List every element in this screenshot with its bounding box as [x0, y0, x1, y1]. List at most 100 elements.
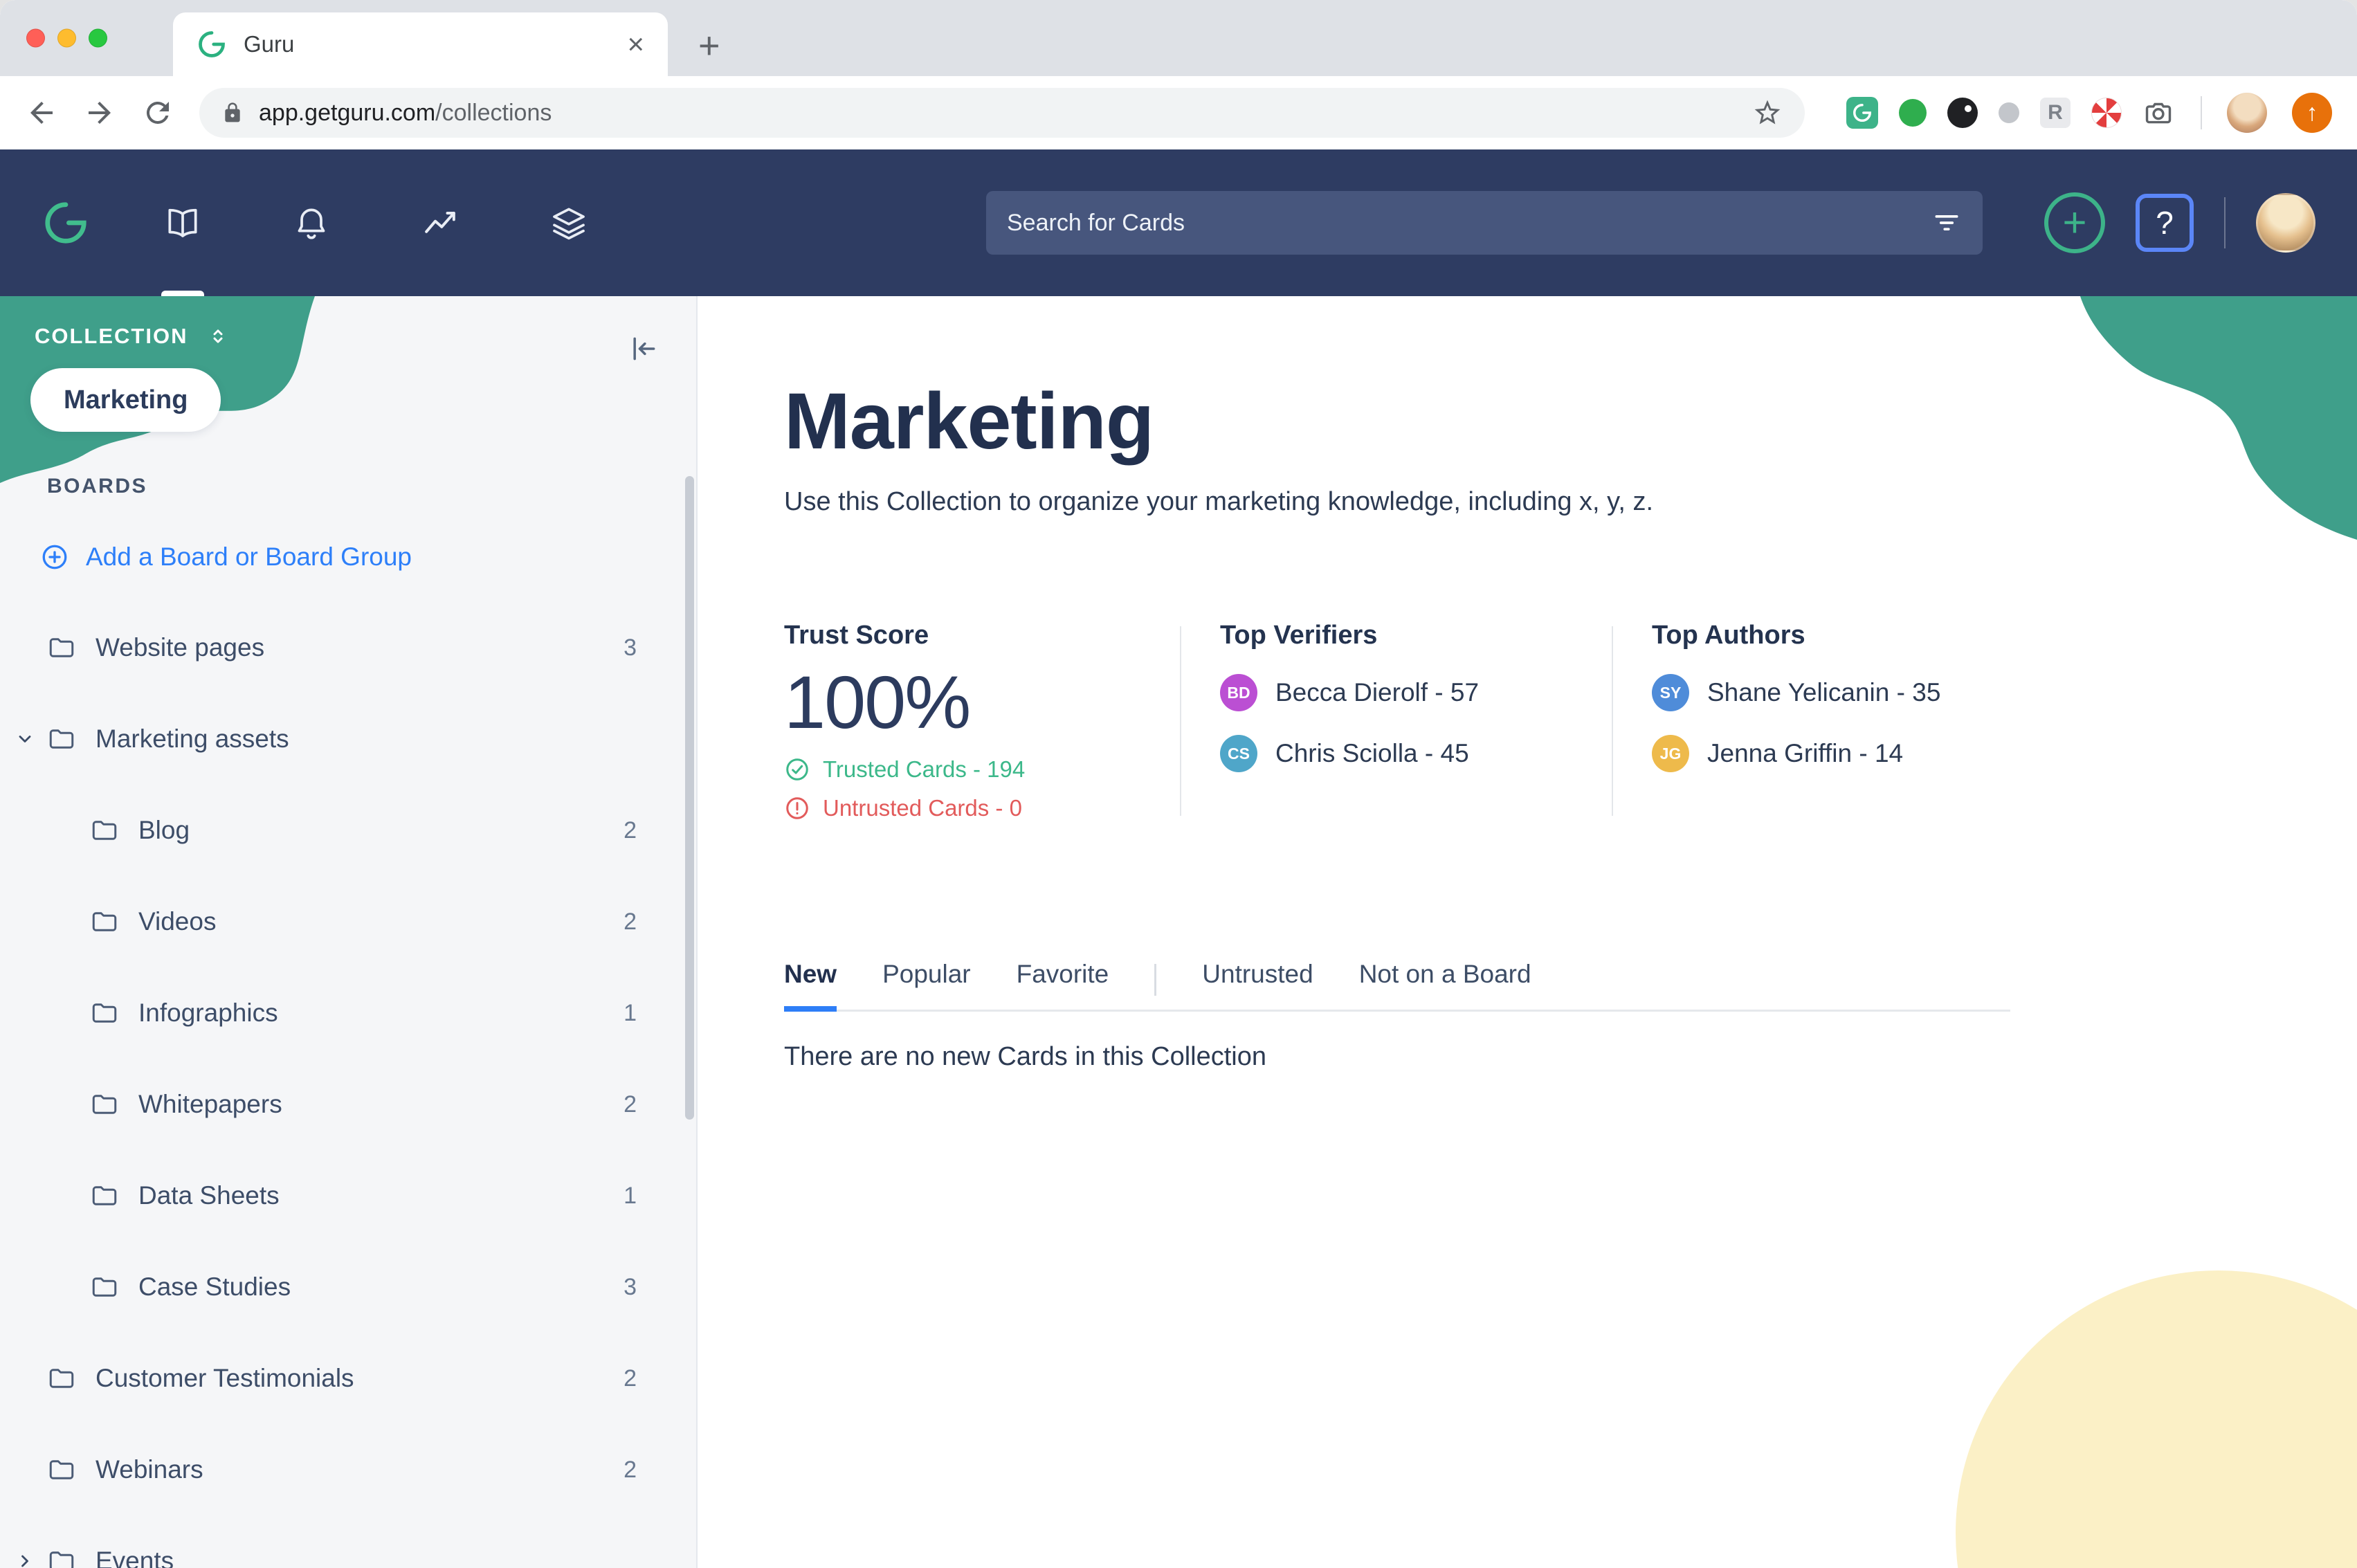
folder-icon: [90, 1273, 119, 1302]
folder-icon: [47, 1455, 76, 1484]
back-icon[interactable]: [25, 96, 58, 129]
author-row[interactable]: JG Jenna Griffin - 14: [1652, 735, 1940, 772]
gray-extension-icon[interactable]: [1999, 102, 2019, 123]
sidebar-item-videos[interactable]: Videos 2: [0, 876, 696, 967]
check-circle-icon: [784, 756, 810, 783]
avatar: JG: [1652, 735, 1689, 772]
green-extension-icon[interactable]: [1899, 99, 1927, 127]
sidebar-item-customer-testimonials[interactable]: Customer Testimonials 2: [0, 1333, 696, 1424]
tab-new[interactable]: New: [784, 960, 837, 1012]
browser-window: Guru × + app.getguru.com/collections: [0, 0, 2357, 1568]
sidebar-item-case-studies[interactable]: Case Studies 3: [0, 1241, 696, 1333]
guru-logo[interactable]: [42, 199, 90, 247]
verifier-row[interactable]: CS Chris Sciolla - 45: [1220, 735, 1612, 772]
yellow-blob-decoration: [1956, 1270, 2357, 1568]
board-count: 2: [624, 1091, 637, 1118]
board-count: 1: [624, 1000, 637, 1027]
sidebar-item-data-sheets[interactable]: Data Sheets 1: [0, 1150, 696, 1241]
folder-icon: [90, 907, 119, 936]
card-search[interactable]: [986, 191, 1983, 255]
forward-icon[interactable]: [83, 96, 116, 129]
app-navbar: + ?: [0, 149, 2357, 296]
sidebar-item-events[interactable]: Events: [0, 1515, 696, 1568]
tab-popular[interactable]: Popular: [882, 960, 971, 1010]
guru-extension-icon[interactable]: [1846, 97, 1878, 129]
new-tab-button[interactable]: +: [698, 27, 720, 64]
top-authors-panel: Top Authors SY Shane Yelicanin - 35 JG J…: [1613, 621, 1940, 821]
user-avatar[interactable]: [2256, 193, 2315, 253]
alert-circle-icon: [784, 795, 810, 821]
primary-nav: [159, 149, 592, 296]
collection-main: Marketing Use this Collection to organiz…: [698, 296, 2357, 1568]
top-verifiers-heading: Top Verifiers: [1220, 621, 1612, 650]
r-extension-icon[interactable]: R: [2040, 98, 2071, 128]
caret-right-icon[interactable]: [15, 1551, 35, 1568]
folder-icon: [90, 816, 119, 845]
browser-tabstrip: Guru × +: [0, 0, 2357, 76]
window-zoom-button[interactable]: [89, 29, 107, 48]
url-text: app.getguru.com/collections: [259, 100, 552, 127]
caret-down-icon[interactable]: [15, 729, 35, 749]
collapse-sidebar-icon[interactable]: [628, 334, 659, 364]
nav-collections-icon[interactable]: [545, 149, 592, 296]
add-board-label: Add a Board or Board Group: [86, 543, 412, 572]
board-count: 2: [624, 817, 637, 844]
bookmark-star-icon[interactable]: [1752, 98, 1783, 128]
browser-tab[interactable]: Guru ×: [173, 12, 668, 76]
tab-not-on-a-board[interactable]: Not on a Board: [1359, 960, 1531, 1010]
nav-cards-icon[interactable]: [159, 149, 206, 296]
add-board-button[interactable]: Add a Board or Board Group: [0, 533, 696, 581]
browser-profile-avatar[interactable]: [2227, 93, 2267, 133]
avatar: BD: [1220, 674, 1257, 711]
pinwheel-extension-icon[interactable]: [2091, 98, 2122, 128]
card-tabs: New Popular Favorite Untrusted Not on a …: [784, 960, 2010, 1012]
window-controls: [26, 29, 107, 48]
window-minimize-button[interactable]: [57, 29, 76, 48]
folder-icon: [90, 1181, 119, 1210]
trust-score-panel: Trust Score 100% Trusted Cards - 194 Unt…: [784, 621, 1180, 821]
navbar-right: + ?: [2044, 192, 2315, 253]
tab-favorite[interactable]: Favorite: [1017, 960, 1109, 1010]
folder-icon: [90, 999, 119, 1028]
author-row[interactable]: SY Shane Yelicanin - 35: [1652, 674, 1940, 711]
boards-section: BOARDS Add a Board or Board Group Websit…: [0, 296, 696, 1568]
collection-switch-icon[interactable]: [208, 326, 228, 347]
tab-close-icon[interactable]: ×: [627, 30, 644, 59]
camera-extension-icon[interactable]: [2142, 96, 2176, 129]
lock-icon: [221, 102, 244, 124]
tab-title: Guru: [244, 31, 294, 57]
collection-stats: Trust Score 100% Trusted Cards - 194 Unt…: [784, 621, 2357, 821]
sidebar-item-whitepapers[interactable]: Whitepapers 2: [0, 1059, 696, 1150]
collection-title: Marketing: [784, 374, 2357, 469]
sidebar-item-blog[interactable]: Blog 2: [0, 785, 696, 876]
sidebar-item-website-pages[interactable]: Website pages 3: [0, 602, 696, 693]
board-count: 1: [624, 1183, 637, 1210]
filter-icon[interactable]: [1931, 208, 1962, 238]
board-count: 3: [624, 635, 637, 662]
collection-switcher[interactable]: COLLECTION: [35, 324, 228, 349]
address-bar[interactable]: app.getguru.com/collections: [199, 88, 1805, 138]
sidebar-item-infographics[interactable]: Infographics 1: [0, 967, 696, 1059]
create-card-button[interactable]: +: [2044, 192, 2105, 253]
dark-extension-icon[interactable]: [1947, 98, 1978, 128]
board-count: 2: [624, 1457, 637, 1484]
sidebar-scrollbar[interactable]: [685, 476, 694, 1120]
folder-icon: [47, 633, 76, 662]
trust-score-heading: Trust Score: [784, 621, 1180, 650]
reload-icon[interactable]: [141, 96, 174, 129]
browser-update-button[interactable]: ↑: [2292, 93, 2332, 133]
window-close-button[interactable]: [26, 29, 45, 48]
nav-analytics-icon[interactable]: [417, 149, 464, 296]
search-input[interactable]: [1007, 210, 1931, 237]
sidebar-item-webinars[interactable]: Webinars 2: [0, 1424, 696, 1515]
sidebar-item-marketing-assets[interactable]: Marketing assets: [0, 693, 696, 785]
board-count: 3: [624, 1274, 637, 1301]
folder-icon: [47, 1547, 76, 1568]
collection-pill[interactable]: Marketing: [30, 368, 221, 432]
folder-icon: [47, 1364, 76, 1393]
top-verifiers-panel: Top Verifiers BD Becca Dierolf - 57 CS C…: [1181, 621, 1612, 821]
help-button[interactable]: ?: [2136, 194, 2194, 252]
nav-notifications-icon[interactable]: [288, 149, 335, 296]
tab-untrusted[interactable]: Untrusted: [1202, 960, 1313, 1010]
verifier-row[interactable]: BD Becca Dierolf - 57: [1220, 674, 1612, 711]
